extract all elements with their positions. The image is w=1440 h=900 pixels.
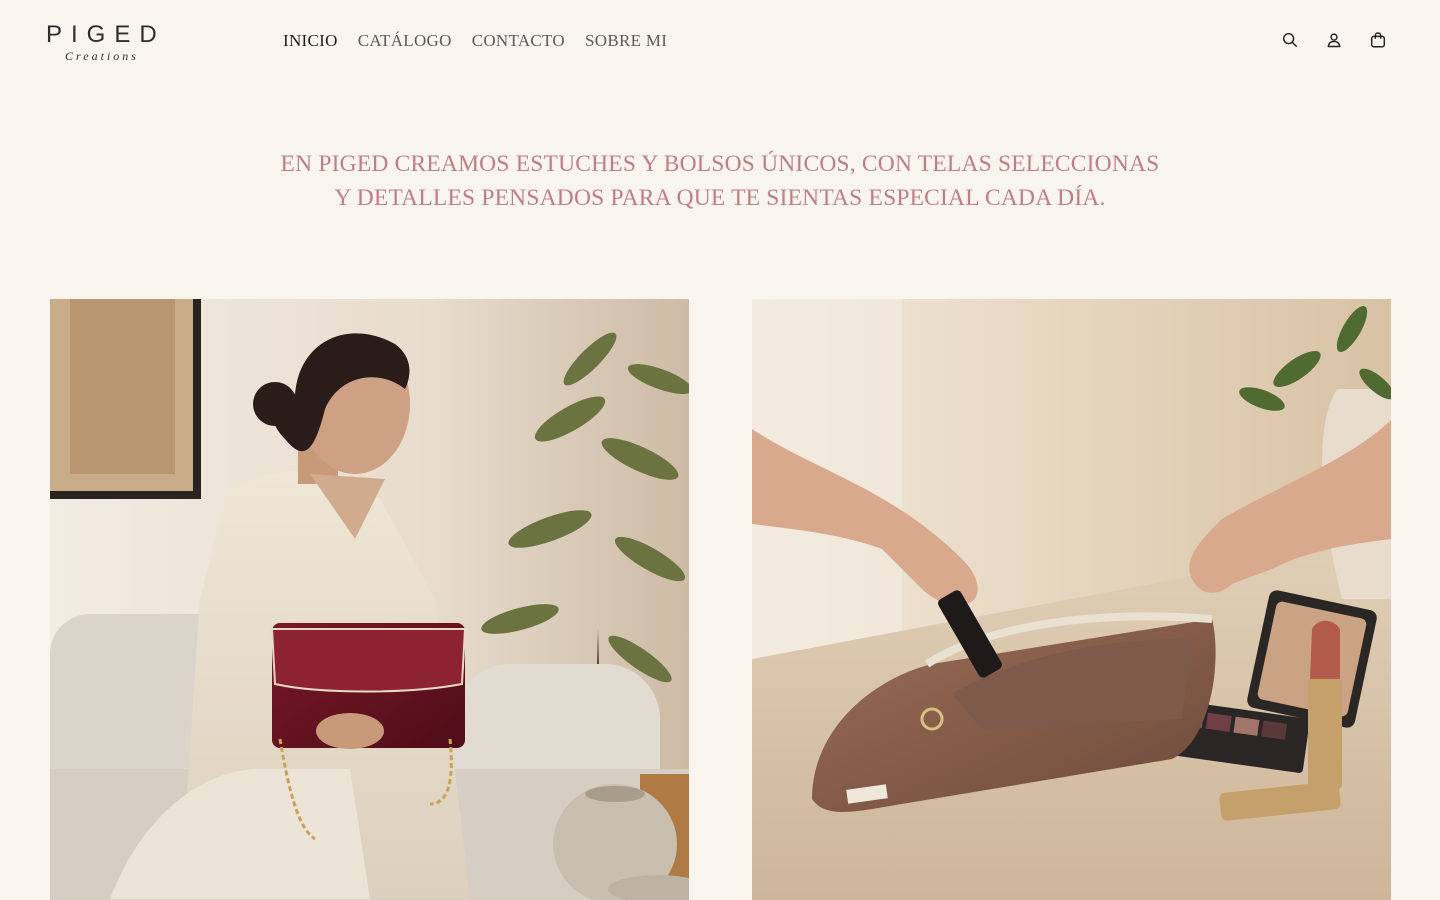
- tagline-line-2: Y DETALLES PENSADOS PARA QUE TE SIENTAS …: [334, 185, 1106, 211]
- nav-item-contacto[interactable]: CONTACTO: [472, 31, 565, 51]
- nav-item-sobre-mi[interactable]: SOBRE MI: [585, 31, 667, 51]
- site-header: PIGED Creations INICIO CATÁLOGO CONTACTO…: [0, 0, 1440, 90]
- brand-name: PIGED: [46, 21, 166, 48]
- hero-tagline: EN PIGED CREAMOS ESTUCHES Y BOLSOS ÚNICO…: [220, 147, 1220, 215]
- header-actions: [1280, 29, 1388, 51]
- brand-subtitle: Creations: [65, 49, 139, 63]
- tagline-line-1: EN PIGED CREAMOS ESTUCHES Y BOLSOS ÚNICO…: [280, 151, 1160, 177]
- main-nav: INICIO CATÁLOGO CONTACTO SOBRE MI: [283, 29, 667, 53]
- hero-image-woman-with-bag[interactable]: [50, 299, 689, 900]
- nav-item-catalogo[interactable]: CATÁLOGO: [358, 31, 452, 51]
- brand-logo[interactable]: PIGED Creations: [42, 22, 162, 70]
- cart-icon[interactable]: [1368, 30, 1388, 50]
- search-icon[interactable]: [1280, 30, 1300, 50]
- nav-item-inicio[interactable]: INICIO: [283, 31, 338, 51]
- hero-image-cosmetic-pouch[interactable]: [752, 299, 1391, 900]
- account-icon[interactable]: [1324, 30, 1344, 50]
